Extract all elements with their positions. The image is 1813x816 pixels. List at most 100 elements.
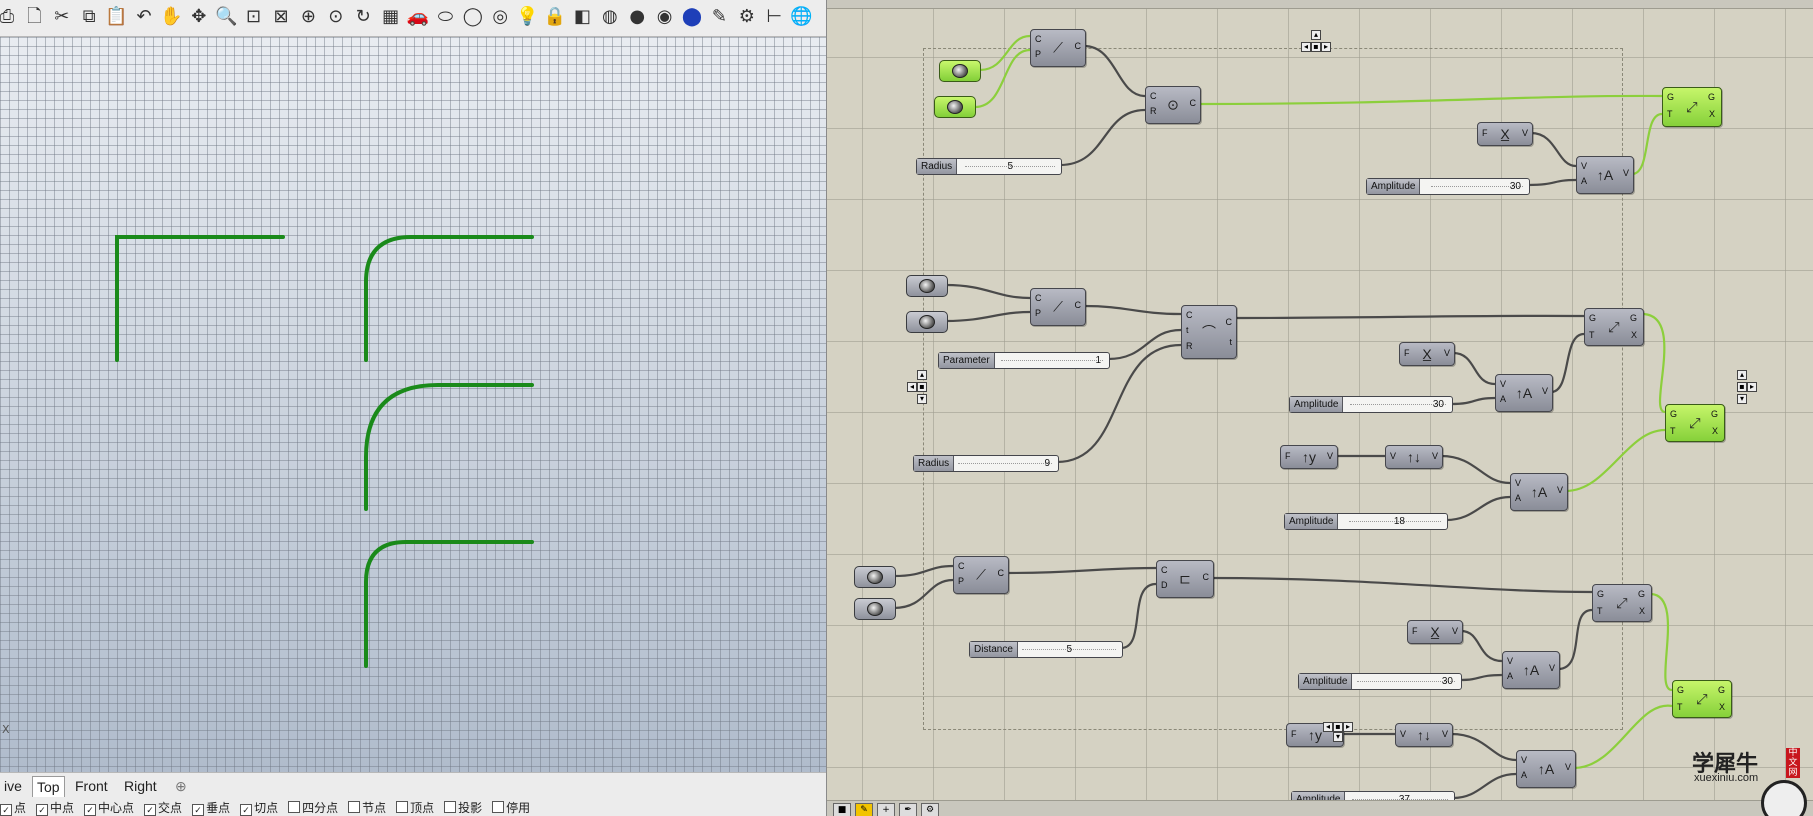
osnap-item[interactable]: ✓ 中点 (36, 799, 74, 816)
nav-right-icon[interactable]: ▸ (1321, 42, 1331, 52)
osnap-checkbox[interactable]: ✓ (84, 804, 97, 816)
nav-center-icon[interactable]: ▪ (1311, 42, 1321, 52)
move-component[interactable]: GT ⤢ GX (1592, 584, 1652, 622)
line-component[interactable]: CP ⟋ C (953, 556, 1009, 594)
osnap-checkbox[interactable]: ✓ (36, 804, 49, 816)
reverse-component[interactable]: V ↑↓ V (1385, 445, 1443, 469)
tab-perspective[interactable]: ive (0, 776, 26, 796)
unit-x-component[interactable]: F X̲ V (1407, 620, 1463, 644)
amplitude-slider[interactable]: Amplitude 18 (1284, 513, 1448, 530)
dimension-icon[interactable]: ⊢ (761, 4, 787, 30)
osnap-item[interactable]: 节点 (348, 799, 386, 816)
nav-center-icon[interactable]: ▪ (1333, 722, 1343, 732)
zoom-icon[interactable]: 🔍 (213, 4, 239, 30)
pen-tool-icon[interactable]: ✒ (899, 803, 917, 816)
osnap-checkbox[interactable] (492, 801, 505, 813)
nav-up-icon[interactable]: ▴ (1311, 30, 1321, 40)
nav-down-icon[interactable]: ▾ (1333, 732, 1343, 742)
osnap-checkbox[interactable] (444, 801, 457, 813)
amplitude-component[interactable]: VA ↑A V (1510, 473, 1568, 511)
light-bulb-icon[interactable]: 💡 (515, 4, 541, 30)
amplitude-slider[interactable]: Amplitude 30 (1366, 178, 1530, 195)
fillet-component[interactable]: CtR ⌒ Ct (1181, 305, 1237, 359)
radius-slider[interactable]: Radius 9 (913, 455, 1059, 472)
parameter-slider[interactable]: Parameter 1 (938, 352, 1110, 369)
osnap-checkbox[interactable]: ✓ (0, 804, 12, 816)
nav-left-icon[interactable]: ◂ (907, 382, 917, 392)
osnap-item[interactable]: ✓ 切点 (240, 799, 278, 816)
rotate-view-icon[interactable]: ✥ (186, 4, 212, 30)
osnap-checkbox[interactable] (288, 801, 301, 813)
tab-front[interactable]: Front (71, 776, 112, 796)
unit-y-component[interactable]: F ↑y V (1280, 445, 1338, 469)
nav-center-icon[interactable]: ▪ (917, 382, 927, 392)
ellipse-icon[interactable]: ⬭ (432, 4, 458, 30)
line-component[interactable]: CP ⟋ C (1030, 288, 1086, 326)
zoom-window-icon[interactable]: ⊡ (241, 4, 267, 30)
nav-right-icon[interactable]: ▸ (1747, 382, 1757, 392)
rotate-icon[interactable]: ↻ (350, 4, 376, 30)
grid-layout-icon[interactable]: ▦ (378, 4, 404, 30)
move-component[interactable]: GT ⤢ GX (1665, 404, 1725, 442)
polyline-curve[interactable] (364, 383, 534, 511)
tab-top[interactable]: Top (32, 776, 65, 797)
amplitude-component[interactable]: VA ↑A V (1495, 374, 1553, 412)
amplitude-slider[interactable]: Amplitude 30 (1289, 396, 1453, 413)
color-wheel-icon[interactable]: ◍ (597, 4, 623, 30)
sketch-tool-icon[interactable]: ✎ (855, 803, 873, 816)
osnap-item[interactable]: 投影 (444, 799, 482, 816)
select-tool-icon[interactable]: ■ (833, 803, 851, 816)
zoom-extents-icon[interactable]: ⊠ (268, 4, 294, 30)
cut-icon[interactable]: ✂ (49, 4, 75, 30)
osnap-item[interactable]: 四分点 (288, 799, 338, 816)
nav-up-icon[interactable]: ▴ (917, 370, 927, 380)
pen-icon[interactable]: ✎ (706, 4, 732, 30)
osnap-checkbox[interactable] (396, 801, 409, 813)
polyline-curve[interactable] (115, 235, 285, 362)
circle-component[interactable]: CR ⊙ C (1145, 86, 1201, 124)
osnap-checkbox[interactable]: ✓ (144, 804, 157, 816)
layer-icon[interactable]: ◧ (569, 4, 595, 30)
zoom-target-icon[interactable]: ⊕ (295, 4, 321, 30)
nav-down-icon[interactable]: ▾ (917, 394, 927, 404)
move-component[interactable]: GT ⤢ GX (1584, 308, 1644, 346)
new-doc-icon[interactable]: 🗋 (21, 4, 47, 30)
settings-tool-icon[interactable]: ⚙ (921, 803, 939, 816)
osnap-checkbox[interactable]: ✓ (240, 804, 253, 816)
osnap-item[interactable]: ✓ 中心点 (84, 799, 134, 816)
amplitude-component[interactable]: VA ↑A V (1502, 651, 1560, 689)
nav-left-icon[interactable]: ◂ (1301, 42, 1311, 52)
line-component[interactable]: CP ⟋ C (1030, 29, 1086, 67)
print-icon[interactable]: ⎙ (0, 4, 20, 30)
lock-icon[interactable]: 🔒 (542, 4, 568, 30)
point-param[interactable] (934, 96, 976, 118)
osnap-item[interactable]: 停用 (492, 799, 530, 816)
nav-up-icon[interactable]: ▴ (1737, 370, 1747, 380)
nav-center-icon[interactable]: ▪ (1737, 382, 1747, 392)
globe-icon[interactable]: 🌐 (789, 4, 815, 30)
point-param[interactable] (939, 60, 981, 82)
unit-x-component[interactable]: F X̲ V (1477, 122, 1533, 146)
zoom-selected-icon[interactable]: ⊙ (323, 4, 349, 30)
circle-icon[interactable]: ◯ (460, 4, 486, 30)
osnap-checkbox[interactable]: ✓ (192, 804, 205, 816)
pan-hand-icon[interactable]: ✋ (158, 4, 184, 30)
nav-right-icon[interactable]: ▸ (1343, 722, 1353, 732)
gears-icon[interactable]: ⚙ (734, 4, 760, 30)
unit-x-component[interactable]: F X̲ V (1399, 342, 1455, 366)
offset-component[interactable]: CD ⊏ C (1156, 560, 1214, 598)
copy-icon[interactable]: ⧉ (76, 4, 102, 30)
distance-slider[interactable]: Distance 5 (969, 641, 1123, 658)
paste-icon[interactable]: 📋 (104, 4, 130, 30)
sphere-grey-icon[interactable]: ● (624, 4, 650, 30)
tab-right[interactable]: Right (120, 776, 161, 796)
sphere-blue-icon[interactable]: ⬤ (679, 4, 705, 30)
nav-down-icon[interactable]: ▾ (1737, 394, 1747, 404)
grasshopper-canvas[interactable]: ▴ ▪ ◂ ▸ ▴ ▪ ◂ ▾ ▴ ▪ ▸ ▾ CP ⟋ C CR ⊙ C Ra… (827, 0, 1813, 816)
reverse-component[interactable]: V ↑↓ V (1395, 723, 1453, 747)
camera-icon[interactable]: ◎ (487, 4, 513, 30)
osnap-item[interactable]: ✓ 交点 (144, 799, 182, 816)
amplitude-component[interactable]: VA ↑A V (1516, 750, 1576, 788)
rhino-top-viewport[interactable]: X (0, 37, 826, 772)
undo-icon[interactable]: ↶ (131, 4, 157, 30)
